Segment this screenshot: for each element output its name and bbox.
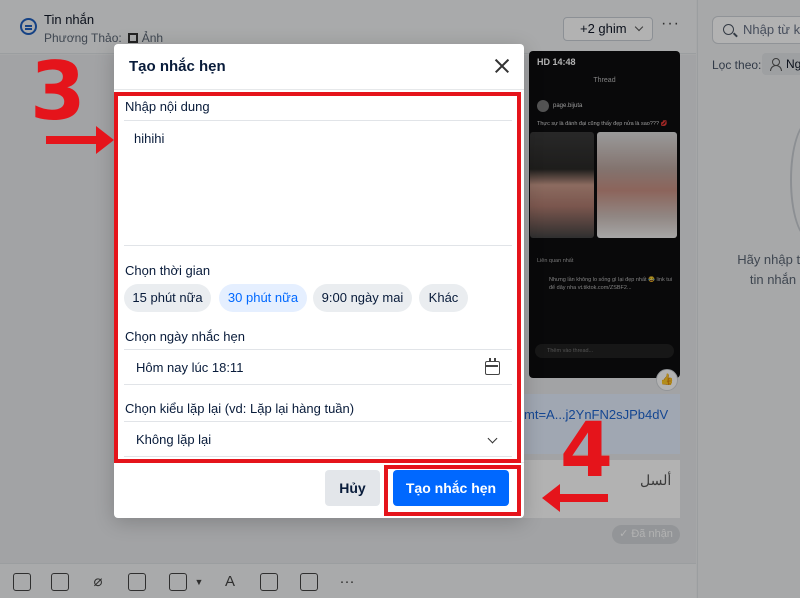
- close-icon[interactable]: [492, 56, 512, 76]
- divider: [114, 89, 524, 90]
- cancel-button[interactable]: Hủy: [325, 470, 380, 506]
- arrow-left-icon: [542, 484, 608, 512]
- arrow-right-icon: [46, 126, 114, 154]
- step-number-4: 4: [560, 405, 613, 494]
- highlight-frame-button: [384, 465, 521, 516]
- dialog-title: Tạo nhắc hẹn: [129, 58, 226, 75]
- step-number-3: 3: [30, 45, 86, 138]
- highlight-frame-form: [114, 92, 521, 463]
